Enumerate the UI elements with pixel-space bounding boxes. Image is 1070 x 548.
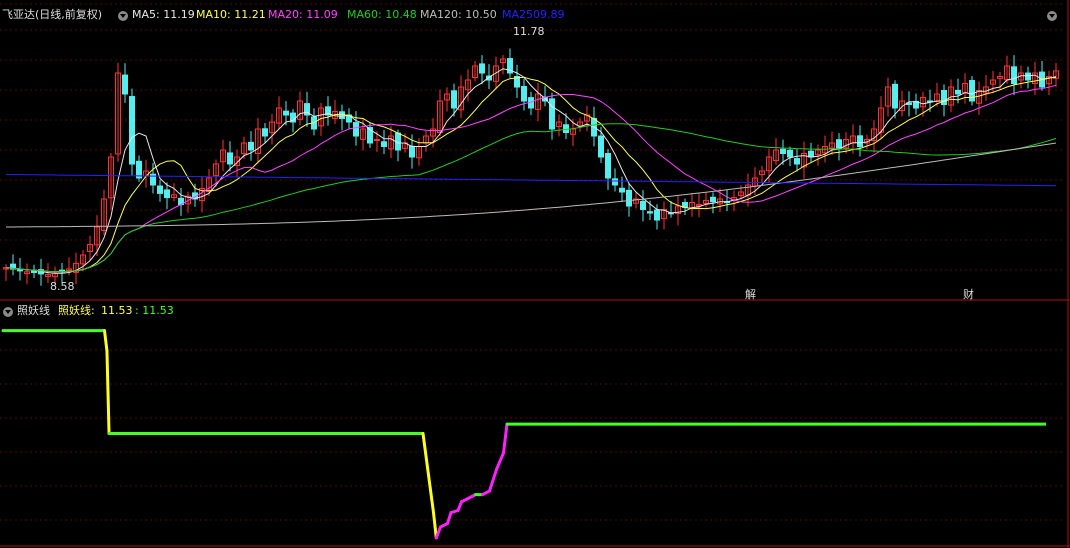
chart-canvas (0, 0, 1070, 548)
down-candle (262, 128, 268, 137)
down-candle (17, 269, 23, 272)
ma-legend-item: MA5: 11.19 (132, 8, 195, 21)
indicator-segment (421, 432, 435, 515)
down-candle (836, 139, 842, 150)
down-candle (248, 141, 254, 151)
ma-legend-item: MA120: 10.50 (420, 8, 497, 21)
sub-panel-toggle-icon[interactable] (3, 307, 13, 317)
high-price-label: 11.78 (513, 25, 545, 38)
indicator-segment (488, 467, 498, 493)
ma-legend-item: MA250 (502, 8, 541, 21)
grid-lines (0, 0, 1070, 548)
ma-line (6, 142, 1057, 228)
panel-menu-icon[interactable] (1047, 11, 1057, 21)
down-candle (955, 89, 961, 95)
down-candle (227, 152, 233, 165)
indicator-segment (502, 422, 509, 455)
down-candle (122, 74, 128, 95)
low-price-label: 8.58 (50, 280, 75, 293)
down-candle (619, 187, 625, 193)
candles (3, 48, 1059, 287)
stock-title: 飞亚达(日线,前复权) (2, 8, 103, 21)
indicator-segment (105, 349, 111, 435)
indicator-segment (103, 329, 109, 353)
indicator-segment (495, 451, 505, 471)
indicator-line (1, 329, 1046, 540)
indicator-value-2: : 11.53 (135, 304, 174, 317)
down-candle (164, 189, 170, 199)
down-candle (605, 153, 611, 179)
up-candle (374, 139, 380, 141)
down-candle (1011, 66, 1017, 84)
ma-line (5, 174, 1057, 187)
down-candle (563, 124, 569, 134)
indicator-segment (446, 511, 453, 525)
down-candle (780, 148, 786, 154)
ma-legend-item: 9.89 (540, 8, 565, 21)
down-candle (479, 63, 485, 74)
sub-panel-title: 照妖线 (17, 304, 50, 317)
down-candle (640, 200, 646, 211)
down-candle (353, 122, 359, 137)
ma-line (5, 123, 1057, 273)
down-candle (381, 141, 387, 148)
down-candle (787, 149, 793, 158)
ma-legend-item: MA60: 10.48 (347, 8, 417, 21)
down-candle (598, 135, 604, 158)
ma-legend-item: MA20: 11.09 (268, 8, 338, 21)
down-candle (283, 110, 289, 116)
down-candle (654, 209, 660, 221)
indicator-value: 11.53 (101, 304, 133, 317)
down-candle (129, 96, 135, 165)
down-candle (157, 185, 163, 194)
event-marker-jie[interactable]: 解 (745, 288, 756, 302)
settings-toggle-icon[interactable] (118, 11, 128, 21)
down-candle (626, 189, 632, 207)
event-marker-cai[interactable]: 财 (963, 288, 974, 302)
down-candle (808, 150, 814, 158)
down-candle (451, 90, 457, 109)
indicator-segment (434, 525, 442, 540)
down-candle (521, 86, 527, 102)
down-candle (857, 135, 863, 147)
indicator-name: 照妖线: (58, 304, 95, 317)
down-candle (1025, 72, 1031, 81)
down-candle (549, 98, 555, 130)
ma-legend-item: MA10: 11.21 (196, 8, 266, 21)
down-candle (892, 83, 898, 109)
down-candle (409, 145, 415, 158)
down-candle (612, 178, 618, 186)
down-candle (710, 196, 716, 203)
down-candle (794, 158, 800, 165)
down-candle (647, 211, 653, 214)
indicator-segment (432, 511, 438, 540)
